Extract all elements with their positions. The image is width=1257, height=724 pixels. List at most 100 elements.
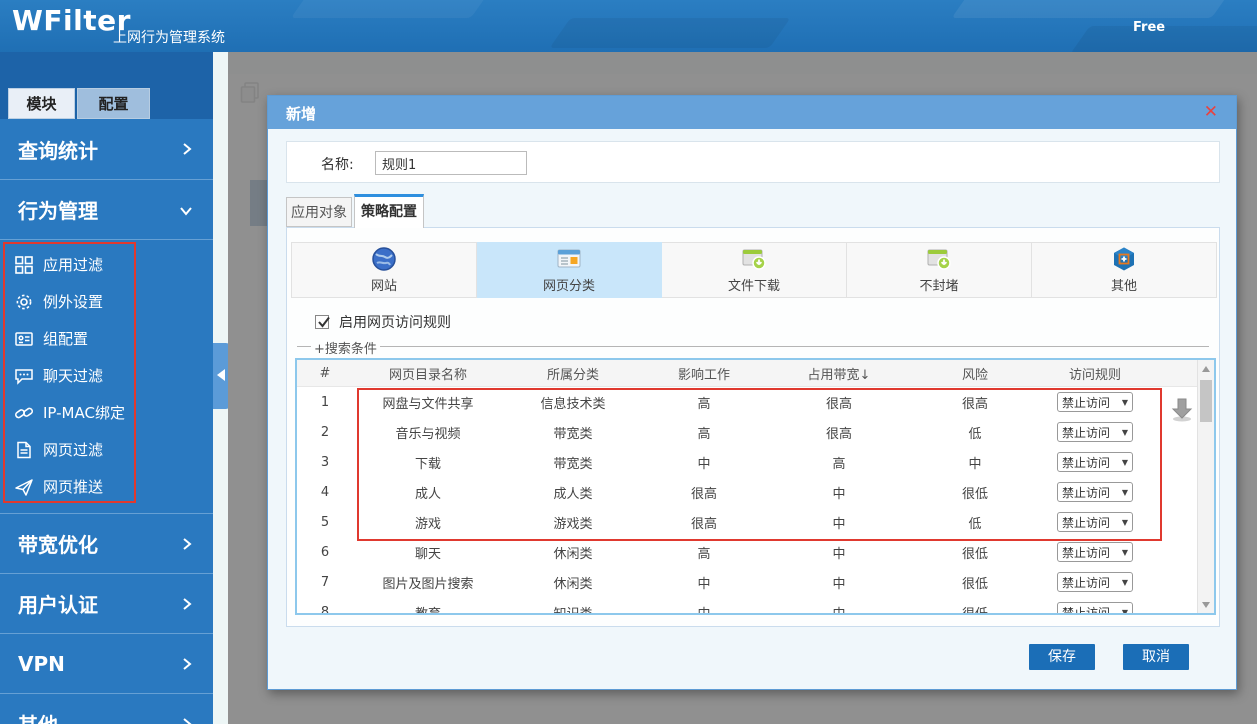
enable-rule-row: 启用网页访问规则 (315, 312, 451, 332)
col-header-index[interactable]: # (297, 366, 353, 381)
policy-config-panel: 网站 网页分类 文件下载 不封堵 其他 启用网页访问规则 +搜索条件 # 网页目… (286, 227, 1220, 627)
sidebar-item-web-push[interactable]: 网页推送 (0, 468, 213, 505)
icon-tab-web-category[interactable]: 网页分类 (477, 242, 662, 298)
sidebar-section-user-auth[interactable]: 用户认证 (0, 573, 213, 633)
sidebar-section-query-stats[interactable]: 查询统计 (0, 119, 213, 179)
chevron-down-icon: ▼ (1121, 517, 1128, 527)
col-header-bandwidth-sorted[interactable]: 占用带宽↓ (765, 364, 913, 383)
dialog-title: 新增 (286, 105, 317, 123)
chevron-left-icon (217, 369, 225, 381)
sidebar-tab-modules[interactable]: 模块 (8, 88, 75, 119)
chevron-right-icon (181, 652, 193, 676)
sidebar-section-bandwidth[interactable]: 带宽优化 (0, 513, 213, 573)
access-rule-select[interactable]: 禁止访问 ▼ (1057, 512, 1133, 532)
cell-name: 教育 (414, 606, 441, 615)
cell-risk: 很低 (961, 606, 988, 615)
sidebar: 模块 配置 查询统计 行为管理 应用过滤 例外设置 组配置 聊天过滤 IP-MA… (0, 52, 213, 724)
cell-index: 8 (320, 604, 330, 615)
gear-icon (14, 292, 34, 312)
cell-work-impact: 中 (697, 606, 711, 615)
access-rule-select[interactable]: 禁止访问 ▼ (1057, 542, 1133, 562)
cell-category: 休闲类 (553, 546, 593, 562)
app-window: WFilter 上网行为管理系统 Free 模块 配置 查询统计 行为管理 应用… (0, 0, 1257, 724)
tab-policy-config[interactable]: 策略配置 (354, 194, 424, 228)
cell-index: 7 (320, 574, 330, 590)
icon-tab-unblock[interactable]: 不封堵 (847, 242, 1032, 298)
cell-category: 知识类 (553, 606, 593, 615)
chevron-down-icon: ▼ (1121, 397, 1128, 407)
cell-bandwidth: 中 (832, 516, 846, 532)
col-header-work-impact[interactable]: 影响工作 (643, 364, 765, 383)
unblock-icon (926, 246, 952, 272)
cell-category: 信息技术类 (540, 396, 606, 412)
table-row: 1 网盘与文件共享 信息技术类 高 很高 很高 禁止访问 ▼ (297, 387, 1214, 417)
cell-name: 音乐与视频 (395, 426, 461, 442)
triangle-down-icon (1202, 602, 1210, 608)
cell-risk: 很低 (961, 546, 988, 562)
cell-bandwidth: 中 (832, 546, 846, 562)
table-body: 1 网盘与文件共享 信息技术类 高 很高 很高 禁止访问 ▼ 2 音乐与视频 带… (297, 387, 1214, 615)
rule-name-input[interactable] (375, 151, 527, 175)
chat-icon (14, 366, 34, 386)
chevron-down-icon: ▼ (1121, 487, 1128, 497)
new-rule-dialog: 新增 ✕ 名称: 应用对象 策略配置 网站 网页分 (267, 95, 1237, 690)
sidebar-item-web-filter[interactable]: 网页过滤 (0, 431, 213, 468)
sidebar-item-app-filter[interactable]: 应用过滤 (0, 246, 213, 283)
cell-name: 图片及图片搜索 (382, 576, 474, 592)
close-icon[interactable]: ✕ (1204, 102, 1218, 122)
col-header-access-rule[interactable]: 访问规则 (1037, 364, 1153, 383)
cell-index: 3 (320, 454, 330, 470)
sidebar-submenu: 应用过滤 例外设置 组配置 聊天过滤 IP-MAC绑定 网页过滤 网页推送 (0, 239, 213, 513)
sidebar-section-behavior-mgmt[interactable]: 行为管理 (0, 179, 213, 239)
access-rule-select[interactable]: 禁止访问 ▼ (1057, 392, 1133, 412)
app-subtitle: 上网行为管理系统 (113, 30, 225, 46)
icon-tab-other[interactable]: 其他 (1032, 242, 1217, 298)
scrollbar-thumb[interactable] (1200, 380, 1212, 422)
sidebar-section-other[interactable]: 其他 (0, 693, 213, 724)
move-down-icon[interactable] (1169, 395, 1195, 423)
enable-rule-label: 启用网页访问规则 (339, 315, 451, 331)
cell-index: 5 (320, 514, 330, 530)
cell-bandwidth: 很高 (825, 426, 852, 442)
cell-category: 成人类 (553, 486, 593, 502)
access-rule-select[interactable]: 禁止访问 ▼ (1057, 422, 1133, 442)
idcard-icon (14, 329, 34, 349)
sidebar-section-vpn[interactable]: VPN (0, 633, 213, 693)
cell-risk: 低 (968, 516, 982, 532)
chevron-down-icon (179, 198, 193, 222)
scroll-down-button[interactable] (1198, 596, 1214, 613)
cell-access-rule: 禁止访问 ▼ (1037, 602, 1153, 613)
cancel-button[interactable]: 取消 (1123, 644, 1189, 670)
save-button[interactable]: 保存 (1029, 644, 1095, 670)
access-rule-select[interactable]: 禁止访问 ▼ (1057, 602, 1133, 613)
search-conditions-toggle[interactable]: +搜索条件 (311, 338, 380, 357)
cell-name: 游戏 (414, 516, 441, 532)
access-rule-select[interactable]: 禁止访问 ▼ (1057, 572, 1133, 592)
icon-tab-website[interactable]: 网站 (291, 242, 477, 298)
cell-bandwidth: 中 (832, 486, 846, 502)
icon-tab-file-download[interactable]: 文件下载 (662, 242, 847, 298)
sidebar-item-exceptions[interactable]: 例外设置 (0, 283, 213, 320)
enable-rule-checkbox[interactable] (315, 315, 330, 329)
dialog-titlebar[interactable]: 新增 ✕ (268, 96, 1236, 129)
sidebar-item-ip-mac-binding[interactable]: IP-MAC绑定 (0, 394, 213, 431)
table-scrollbar[interactable] (1197, 360, 1214, 613)
sidebar-item-chat-filter[interactable]: 聊天过滤 (0, 357, 213, 394)
access-rule-select[interactable]: 禁止访问 ▼ (1057, 482, 1133, 502)
cell-work-impact: 高 (697, 396, 711, 412)
scroll-up-button[interactable] (1198, 360, 1214, 377)
cell-access-rule: 禁止访问 ▼ (1037, 572, 1153, 592)
sidebar-item-group-config[interactable]: 组配置 (0, 320, 213, 357)
cell-access-rule: 禁止访问 ▼ (1037, 392, 1153, 412)
chevron-down-icon: ▼ (1121, 547, 1128, 557)
col-header-risk[interactable]: 风险 (913, 364, 1037, 383)
col-header-category[interactable]: 所属分类 (503, 364, 643, 383)
cell-index: 2 (320, 424, 330, 440)
col-header-name[interactable]: 网页目录名称 (353, 364, 503, 383)
sidebar-tab-config[interactable]: 配置 (77, 88, 150, 119)
tab-apply-objects[interactable]: 应用对象 (286, 197, 352, 227)
access-rule-select[interactable]: 禁止访问 ▼ (1057, 452, 1133, 472)
chevron-right-icon (181, 137, 193, 161)
cell-name: 聊天 (414, 546, 441, 562)
cell-access-rule: 禁止访问 ▼ (1037, 542, 1153, 562)
